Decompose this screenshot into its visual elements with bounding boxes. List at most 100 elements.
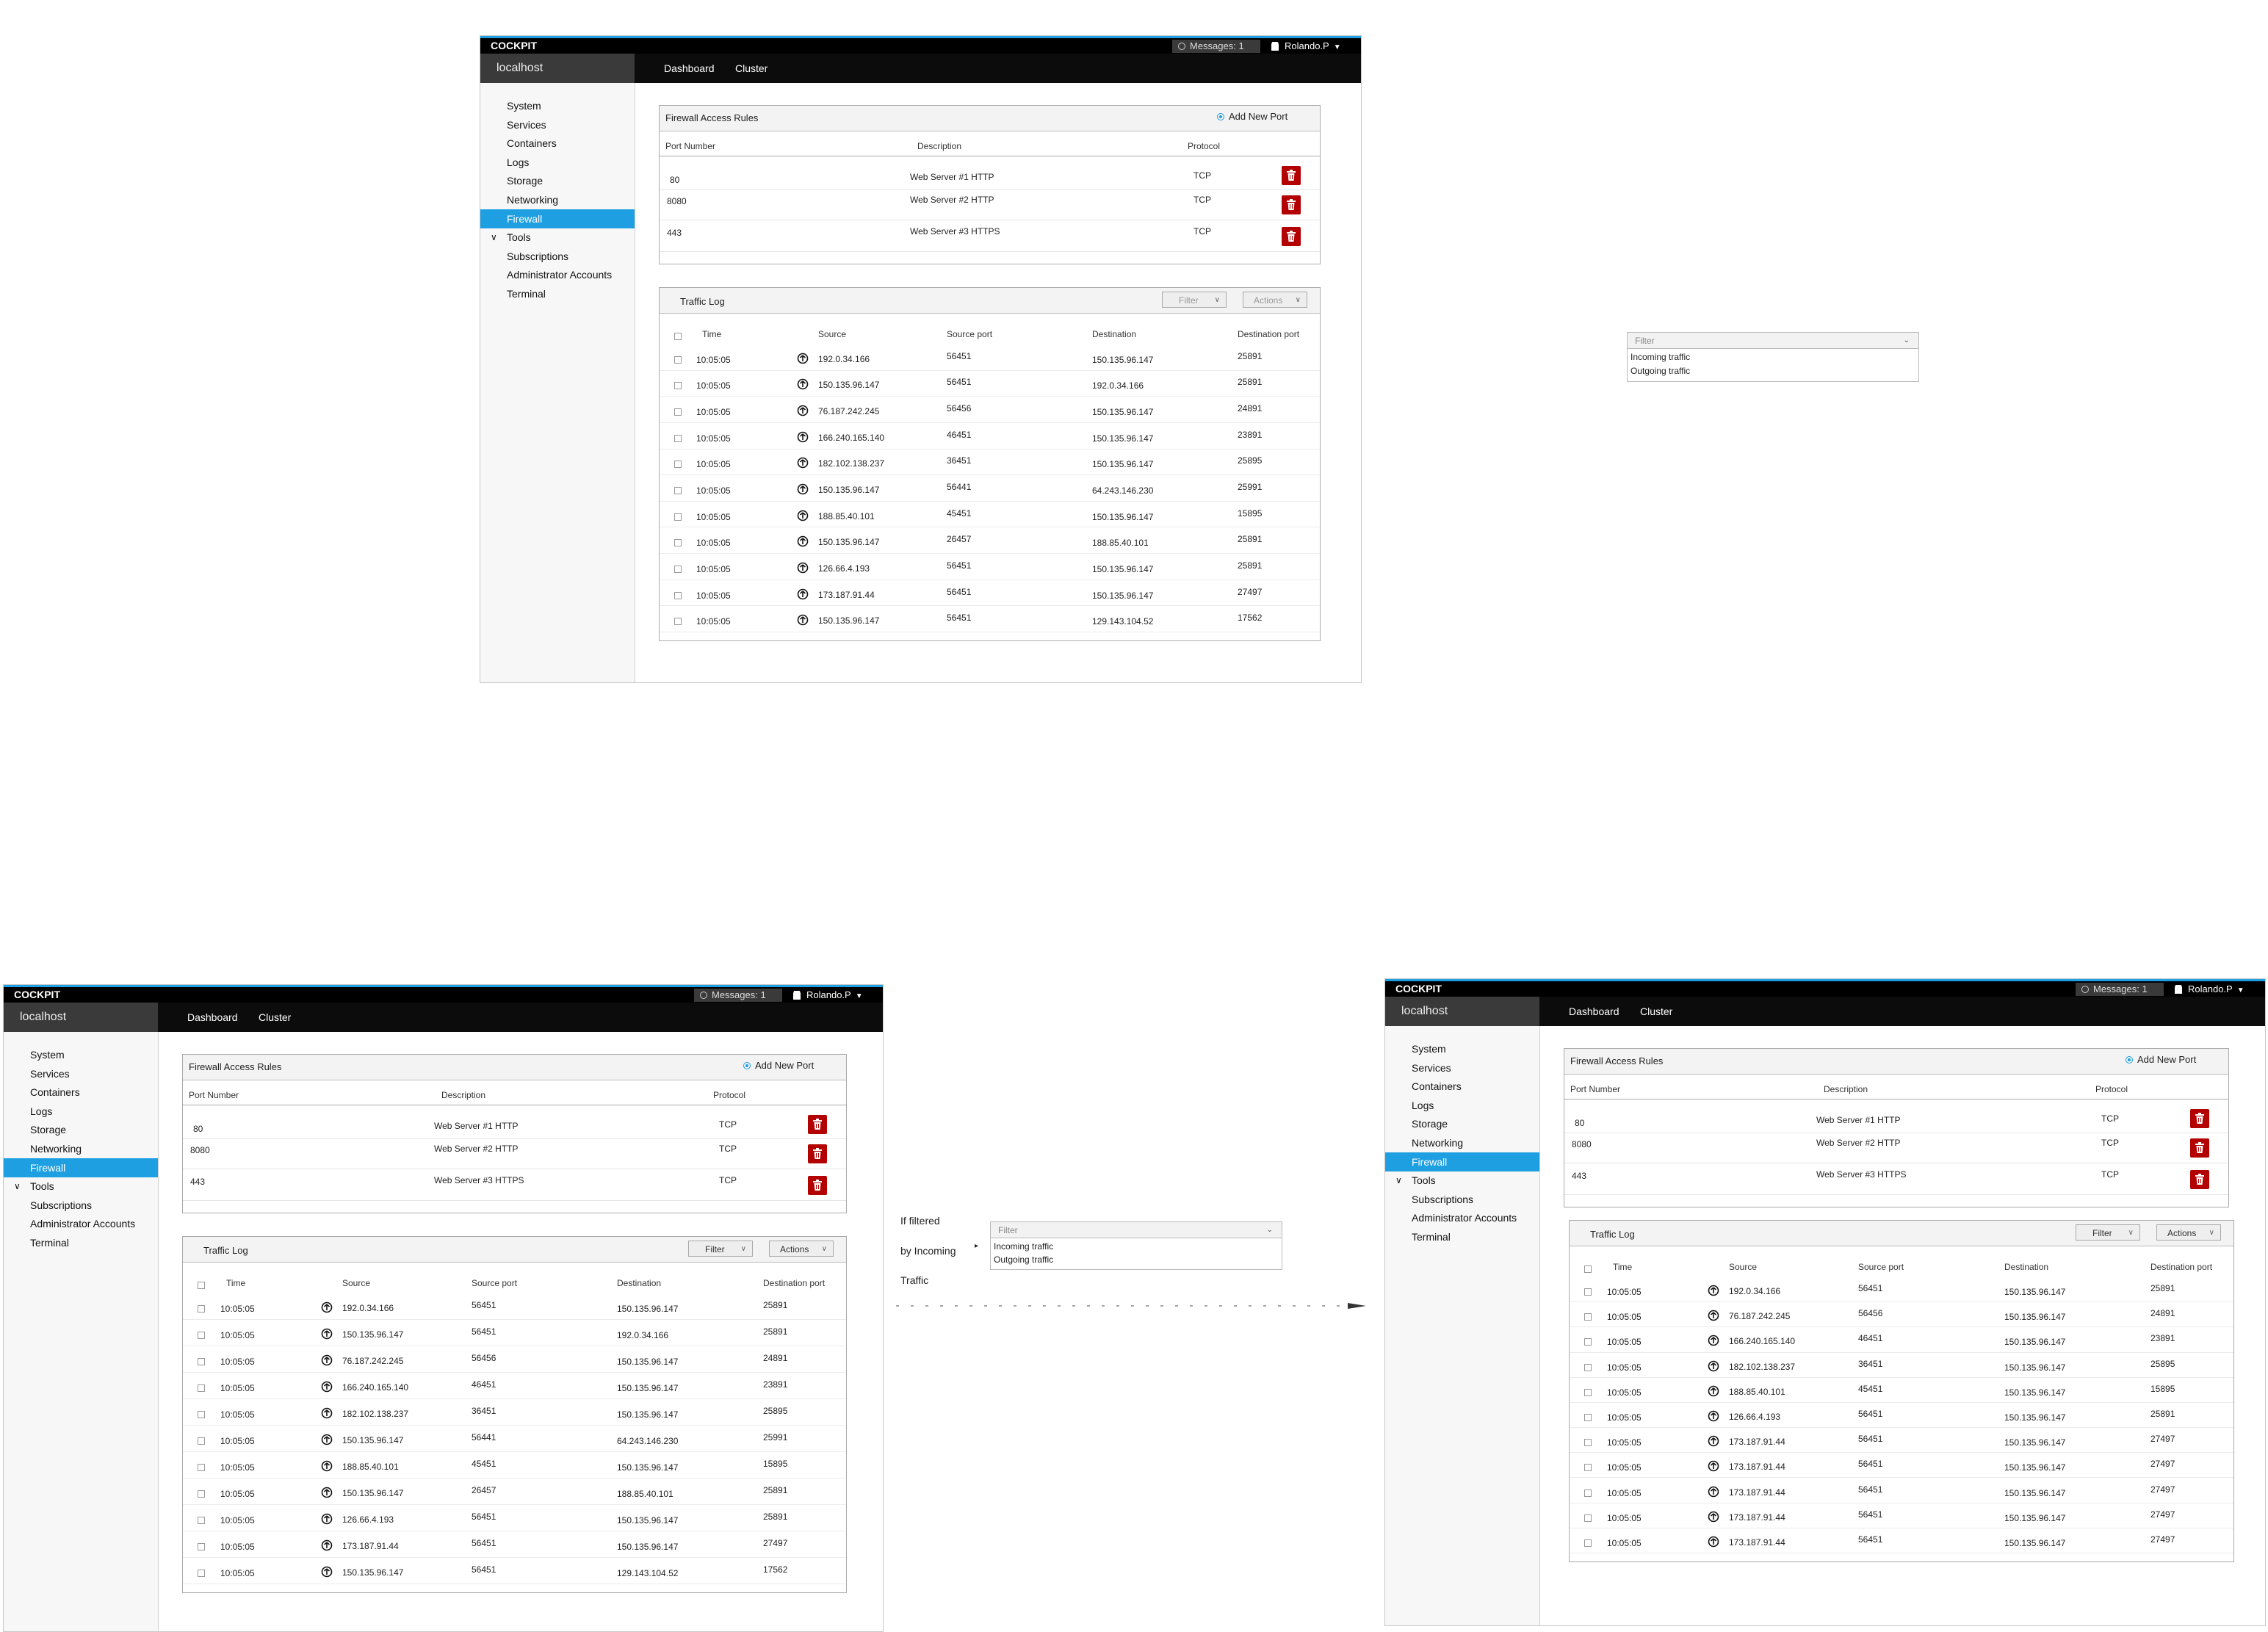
host-name[interactable]: localhost	[1385, 997, 1539, 1026]
row-checkbox[interactable]	[1584, 1464, 1592, 1472]
expand-row-icon[interactable]	[1708, 1536, 1719, 1551]
filter-option-incoming[interactable]: Incoming traffic	[994, 1241, 1053, 1252]
row-checkbox[interactable]	[674, 461, 682, 469]
delete-rule-button[interactable]	[1282, 195, 1301, 214]
expand-row-icon[interactable]	[797, 562, 809, 577]
filter-option-outgoing[interactable]: Outgoing traffic	[994, 1254, 1053, 1265]
row-checkbox[interactable]	[1584, 1338, 1592, 1346]
sidebar-item-networking[interactable]: Networking	[4, 1139, 158, 1158]
row-checkbox[interactable]	[674, 513, 682, 521]
sidebar-item-tools[interactable]: ∨ Tools	[4, 1177, 158, 1196]
row-checkbox[interactable]	[1584, 1288, 1592, 1296]
host-name[interactable]: localhost	[4, 1003, 158, 1032]
expand-row-icon[interactable]	[797, 535, 809, 551]
actions-button[interactable]: Actions ∨	[2156, 1224, 2221, 1241]
row-checkbox[interactable]	[1584, 1363, 1592, 1371]
expand-row-icon[interactable]	[797, 405, 809, 420]
sidebar-item-containers[interactable]: Containers	[1385, 1077, 1539, 1096]
nav-dashboard[interactable]: Dashboard	[187, 1003, 238, 1032]
filter-button[interactable]: Filter ∨	[2076, 1224, 2140, 1241]
expand-row-icon[interactable]	[797, 483, 809, 499]
messages-button[interactable]: Messages: 1	[2076, 983, 2164, 996]
expand-row-icon[interactable]	[321, 1487, 333, 1502]
row-checkbox[interactable]	[1584, 1313, 1592, 1321]
expand-row-icon[interactable]	[321, 1539, 333, 1555]
expand-row-icon[interactable]	[797, 431, 809, 447]
sidebar-item-terminal[interactable]: Terminal	[1385, 1227, 1539, 1246]
sidebar-item-administrator-accounts[interactable]: Administrator Accounts	[480, 265, 635, 284]
sidebar-item-services[interactable]: Services	[4, 1064, 158, 1083]
row-checkbox[interactable]	[674, 408, 682, 416]
sidebar-item-subscriptions[interactable]: Subscriptions	[4, 1196, 158, 1215]
expand-row-icon[interactable]	[797, 510, 809, 525]
row-checkbox[interactable]	[674, 565, 682, 573]
expand-row-icon[interactable]	[321, 1460, 333, 1476]
row-checkbox[interactable]	[1584, 1489, 1592, 1497]
row-checkbox[interactable]	[198, 1411, 205, 1418]
expand-row-icon[interactable]	[1708, 1410, 1719, 1426]
expand-row-icon[interactable]	[797, 353, 809, 368]
actions-button[interactable]: Actions ∨	[1243, 292, 1307, 308]
sidebar-item-terminal[interactable]: Terminal	[4, 1233, 158, 1252]
sidebar-item-storage[interactable]: Storage	[4, 1120, 158, 1139]
expand-row-icon[interactable]	[321, 1354, 333, 1370]
expand-row-icon[interactable]	[321, 1407, 333, 1423]
add-new-port-button[interactable]: Add New Port	[1217, 111, 1288, 122]
select-all-checkbox[interactable]	[1584, 1265, 1592, 1273]
row-checkbox[interactable]	[198, 1543, 205, 1550]
row-checkbox[interactable]	[674, 382, 682, 390]
select-all-checkbox[interactable]	[198, 1282, 205, 1289]
filter-option-incoming[interactable]: Incoming traffic	[1630, 352, 1690, 362]
nav-dashboard[interactable]: Dashboard	[1569, 997, 1619, 1026]
sidebar-item-firewall[interactable]: Firewall	[1385, 1152, 1539, 1171]
row-checkbox[interactable]	[198, 1358, 205, 1365]
nav-cluster[interactable]: Cluster	[735, 54, 768, 83]
sidebar-item-storage[interactable]: Storage	[480, 171, 635, 190]
actions-button[interactable]: Actions ∨	[769, 1241, 834, 1257]
expand-row-icon[interactable]	[1708, 1360, 1719, 1376]
filter-select[interactable]: Filter ⌄	[991, 1222, 1282, 1238]
sidebar-item-administrator-accounts[interactable]: Administrator Accounts	[4, 1214, 158, 1233]
expand-row-icon[interactable]	[321, 1513, 333, 1528]
row-checkbox[interactable]	[674, 539, 682, 547]
row-checkbox[interactable]	[674, 618, 682, 626]
delete-rule-button[interactable]	[2190, 1109, 2209, 1128]
filter-option-outgoing[interactable]: Outgoing traffic	[1630, 366, 1690, 376]
row-checkbox[interactable]	[1584, 1439, 1592, 1447]
row-checkbox[interactable]	[198, 1384, 205, 1392]
sidebar-item-system[interactable]: System	[480, 96, 635, 115]
expand-row-icon[interactable]	[797, 378, 809, 394]
sidebar-item-system[interactable]: System	[1385, 1039, 1539, 1058]
sidebar-item-tools[interactable]: ∨ Tools	[480, 228, 635, 247]
sidebar-item-subscriptions[interactable]: Subscriptions	[480, 247, 635, 266]
user-menu[interactable]: Rolando.P ▼	[1271, 40, 1341, 53]
sidebar-item-logs[interactable]: Logs	[4, 1102, 158, 1121]
row-checkbox[interactable]	[198, 1517, 205, 1524]
expand-row-icon[interactable]	[321, 1381, 333, 1396]
row-checkbox[interactable]	[674, 355, 682, 364]
row-checkbox[interactable]	[198, 1305, 205, 1313]
delete-rule-button[interactable]	[2190, 1138, 2209, 1158]
filter-button[interactable]: Filter ∨	[688, 1241, 753, 1257]
row-checkbox[interactable]	[198, 1570, 205, 1577]
expand-row-icon[interactable]	[797, 588, 809, 604]
row-checkbox[interactable]	[1584, 1388, 1592, 1396]
sidebar-item-firewall[interactable]: Firewall	[4, 1158, 158, 1177]
row-checkbox[interactable]	[674, 486, 682, 494]
user-menu[interactable]: Rolando.P ▼	[2175, 983, 2244, 996]
sidebar-item-services[interactable]: Services	[1385, 1058, 1539, 1077]
expand-row-icon[interactable]	[1708, 1435, 1719, 1451]
sidebar-item-storage[interactable]: Storage	[1385, 1114, 1539, 1133]
nav-dashboard[interactable]: Dashboard	[664, 54, 715, 83]
delete-rule-button[interactable]	[1282, 227, 1301, 246]
row-checkbox[interactable]	[198, 1437, 205, 1445]
expand-row-icon[interactable]	[1708, 1511, 1719, 1526]
row-checkbox[interactable]	[1584, 1514, 1592, 1522]
expand-row-icon[interactable]	[1708, 1385, 1719, 1401]
nav-cluster[interactable]: Cluster	[1640, 997, 1672, 1026]
messages-button[interactable]: Messages: 1	[1172, 40, 1260, 53]
filter-select[interactable]: Filter ⌄	[1628, 333, 1918, 349]
expand-row-icon[interactable]	[1708, 1460, 1719, 1476]
delete-rule-button[interactable]	[808, 1115, 827, 1134]
add-new-port-button[interactable]: Add New Port	[2126, 1054, 2196, 1065]
